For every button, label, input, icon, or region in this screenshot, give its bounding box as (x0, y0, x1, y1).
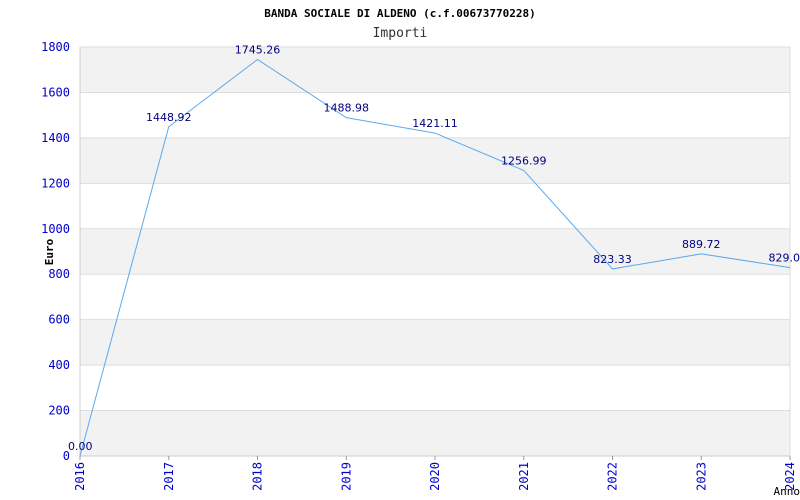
chart-title: BANDA SOCIALE DI ALDENO (c.f.00673770228… (264, 7, 536, 20)
line-chart: 020040060080010001200140016001800 2016 20… (41, 7, 800, 498)
data-label: 1488.98 (324, 102, 370, 115)
x-tick-label: 2023 (694, 462, 708, 491)
y-tick-label: 1400 (41, 131, 70, 145)
data-label: 1448.92 (146, 111, 192, 124)
y-axis-label: Euro (43, 238, 56, 265)
x-axis-label: Anno (774, 485, 800, 498)
data-label: 1745.26 (235, 43, 281, 56)
data-label: 1421.11 (412, 117, 458, 130)
y-tick-label: 1200 (41, 176, 70, 190)
x-tick-label: 2022 (606, 462, 620, 491)
grid-band (80, 319, 790, 366)
background-bands (80, 47, 790, 456)
x-tick-labels: 2016 2017 2018 2019 2020 2021 2022 2023 2024 (73, 456, 797, 491)
y-tick-label: 600 (48, 313, 70, 327)
data-label: 1256.99 (501, 154, 547, 167)
x-tick-label: 2016 (73, 462, 87, 491)
x-tick-label: 2021 (517, 462, 531, 491)
grid-band (80, 47, 790, 93)
grid-band (80, 137, 790, 184)
y-tick-label: 1600 (41, 85, 70, 99)
x-tick-label: 2018 (251, 462, 265, 491)
y-tick-label: 1800 (41, 40, 70, 54)
data-label: 823.33 (593, 253, 632, 266)
data-label: 889.72 (682, 238, 721, 251)
x-tick-label: 2019 (339, 462, 353, 491)
y-tick-label: 400 (48, 358, 70, 372)
chart-subtitle: Importi (373, 26, 428, 41)
grid-band (80, 410, 790, 456)
x-tick-label: 2017 (162, 462, 176, 491)
data-label: 829.0 (769, 252, 800, 265)
y-tick-label: 1000 (41, 222, 70, 236)
x-tick-label: 2020 (428, 462, 442, 491)
y-tick-label: 200 (48, 404, 70, 418)
grid-band (80, 228, 790, 275)
y-tick-label: 800 (48, 267, 70, 281)
data-label: 0.00 (68, 440, 93, 453)
